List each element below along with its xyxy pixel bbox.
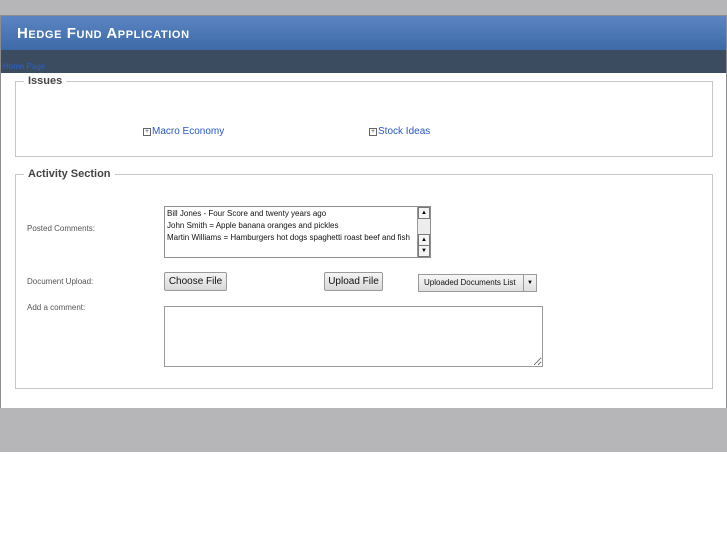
- chevron-down-icon: ▼: [523, 275, 536, 291]
- uploaded-documents-value: Uploaded Documents List: [424, 278, 516, 287]
- issue-link-stock-ideas[interactable]: + Stock Ideas: [369, 126, 430, 137]
- scroll-down-icon[interactable]: ▼: [418, 245, 430, 257]
- nav-bar: Home Page: [1, 50, 726, 73]
- posted-comments-list[interactable]: Bill Jones - Four Score and twenty years…: [164, 206, 431, 258]
- comment-item[interactable]: Martin Williams = Hamburgers hot dogs sp…: [167, 233, 417, 242]
- choose-file-button[interactable]: Choose File: [164, 272, 227, 291]
- issue-label-macro-economy: Macro Economy: [152, 126, 225, 137]
- plus-box-icon: +: [143, 128, 151, 136]
- add-comment-label: Add a comment:: [27, 303, 86, 312]
- app-window: Hedge Fund Application Home Page Issues …: [0, 15, 727, 409]
- posted-comments-label: Posted Comments:: [27, 224, 96, 233]
- comment-item[interactable]: Bill Jones - Four Score and twenty years…: [167, 209, 417, 218]
- add-comment-field[interactable]: [164, 306, 543, 367]
- activity-section: Activity Section Posted Comments: Bill J…: [15, 168, 713, 389]
- issues-section: Issues + Macro Economy + Stock Ideas: [15, 75, 713, 157]
- comment-item[interactable]: John Smith = Apple banana oranges and pi…: [167, 221, 417, 230]
- uploaded-documents-select[interactable]: Uploaded Documents List ▼: [418, 274, 537, 292]
- bottom-strip: [0, 408, 727, 452]
- upload-file-button[interactable]: Upload File: [324, 272, 383, 291]
- top-strip: [0, 0, 727, 15]
- issues-legend: Issues: [28, 75, 63, 87]
- document-upload-label: Document Upload:: [27, 277, 94, 286]
- issue-label-stock-ideas: Stock Ideas: [378, 126, 431, 137]
- scroll-up-icon[interactable]: ▲: [418, 207, 430, 219]
- plus-box-icon: +: [369, 128, 377, 136]
- issue-link-macro-economy[interactable]: + Macro Economy: [143, 126, 224, 137]
- activity-legend: Activity Section: [28, 168, 111, 180]
- comments-scrollbar[interactable]: ▲ ▲ ▼: [417, 207, 430, 257]
- home-page-link[interactable]: Home Page: [3, 62, 45, 71]
- title-bar: Hedge Fund Application: [1, 16, 726, 50]
- app-title: Hedge Fund Application: [17, 25, 190, 42]
